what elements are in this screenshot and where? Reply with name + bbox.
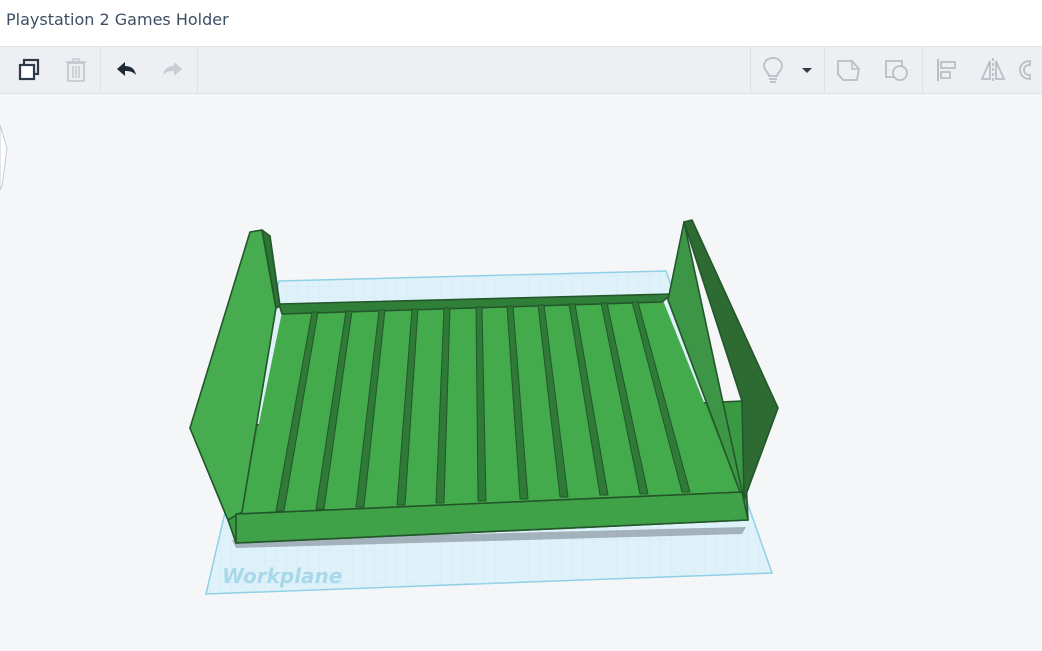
mirror-icon <box>980 58 1006 82</box>
workplane-label: Workplane <box>222 564 342 588</box>
undo-button[interactable] <box>103 47 149 93</box>
solid-button[interactable] <box>826 47 872 93</box>
group-icon <box>1019 60 1031 80</box>
ps2-games-holder-model[interactable] <box>189 219 779 544</box>
undo-icon <box>117 62 136 76</box>
toolbar-divider <box>824 47 825 93</box>
hole-button[interactable] <box>874 47 920 93</box>
3d-viewport[interactable]: Workplane <box>0 94 1042 651</box>
redo-icon <box>163 62 182 76</box>
light-dropdown[interactable] <box>790 47 824 93</box>
caret-down-icon <box>802 68 812 73</box>
mirror-button[interactable] <box>970 47 1016 93</box>
shape-hole-icon <box>885 60 908 81</box>
copy-button[interactable] <box>6 47 52 93</box>
scene-canvas[interactable]: Workplane <box>0 94 1042 651</box>
lightbulb-icon <box>763 57 783 83</box>
view-cube-icon[interactable] <box>0 124 8 191</box>
toolbar <box>0 47 1042 94</box>
align-button[interactable] <box>923 47 969 93</box>
align-icon <box>937 59 956 81</box>
redo-button[interactable] <box>150 47 196 93</box>
toolbar-divider <box>100 47 101 93</box>
copy-icon <box>18 58 40 81</box>
group-button[interactable] <box>1016 47 1042 93</box>
toolbar-divider <box>197 47 198 93</box>
title-bar: Playstation 2 Games Holder <box>0 0 1042 47</box>
shape-solid-icon <box>837 60 860 81</box>
trash-icon <box>66 58 86 82</box>
delete-button[interactable] <box>53 47 99 93</box>
design-title[interactable]: Playstation 2 Games Holder <box>6 10 229 29</box>
